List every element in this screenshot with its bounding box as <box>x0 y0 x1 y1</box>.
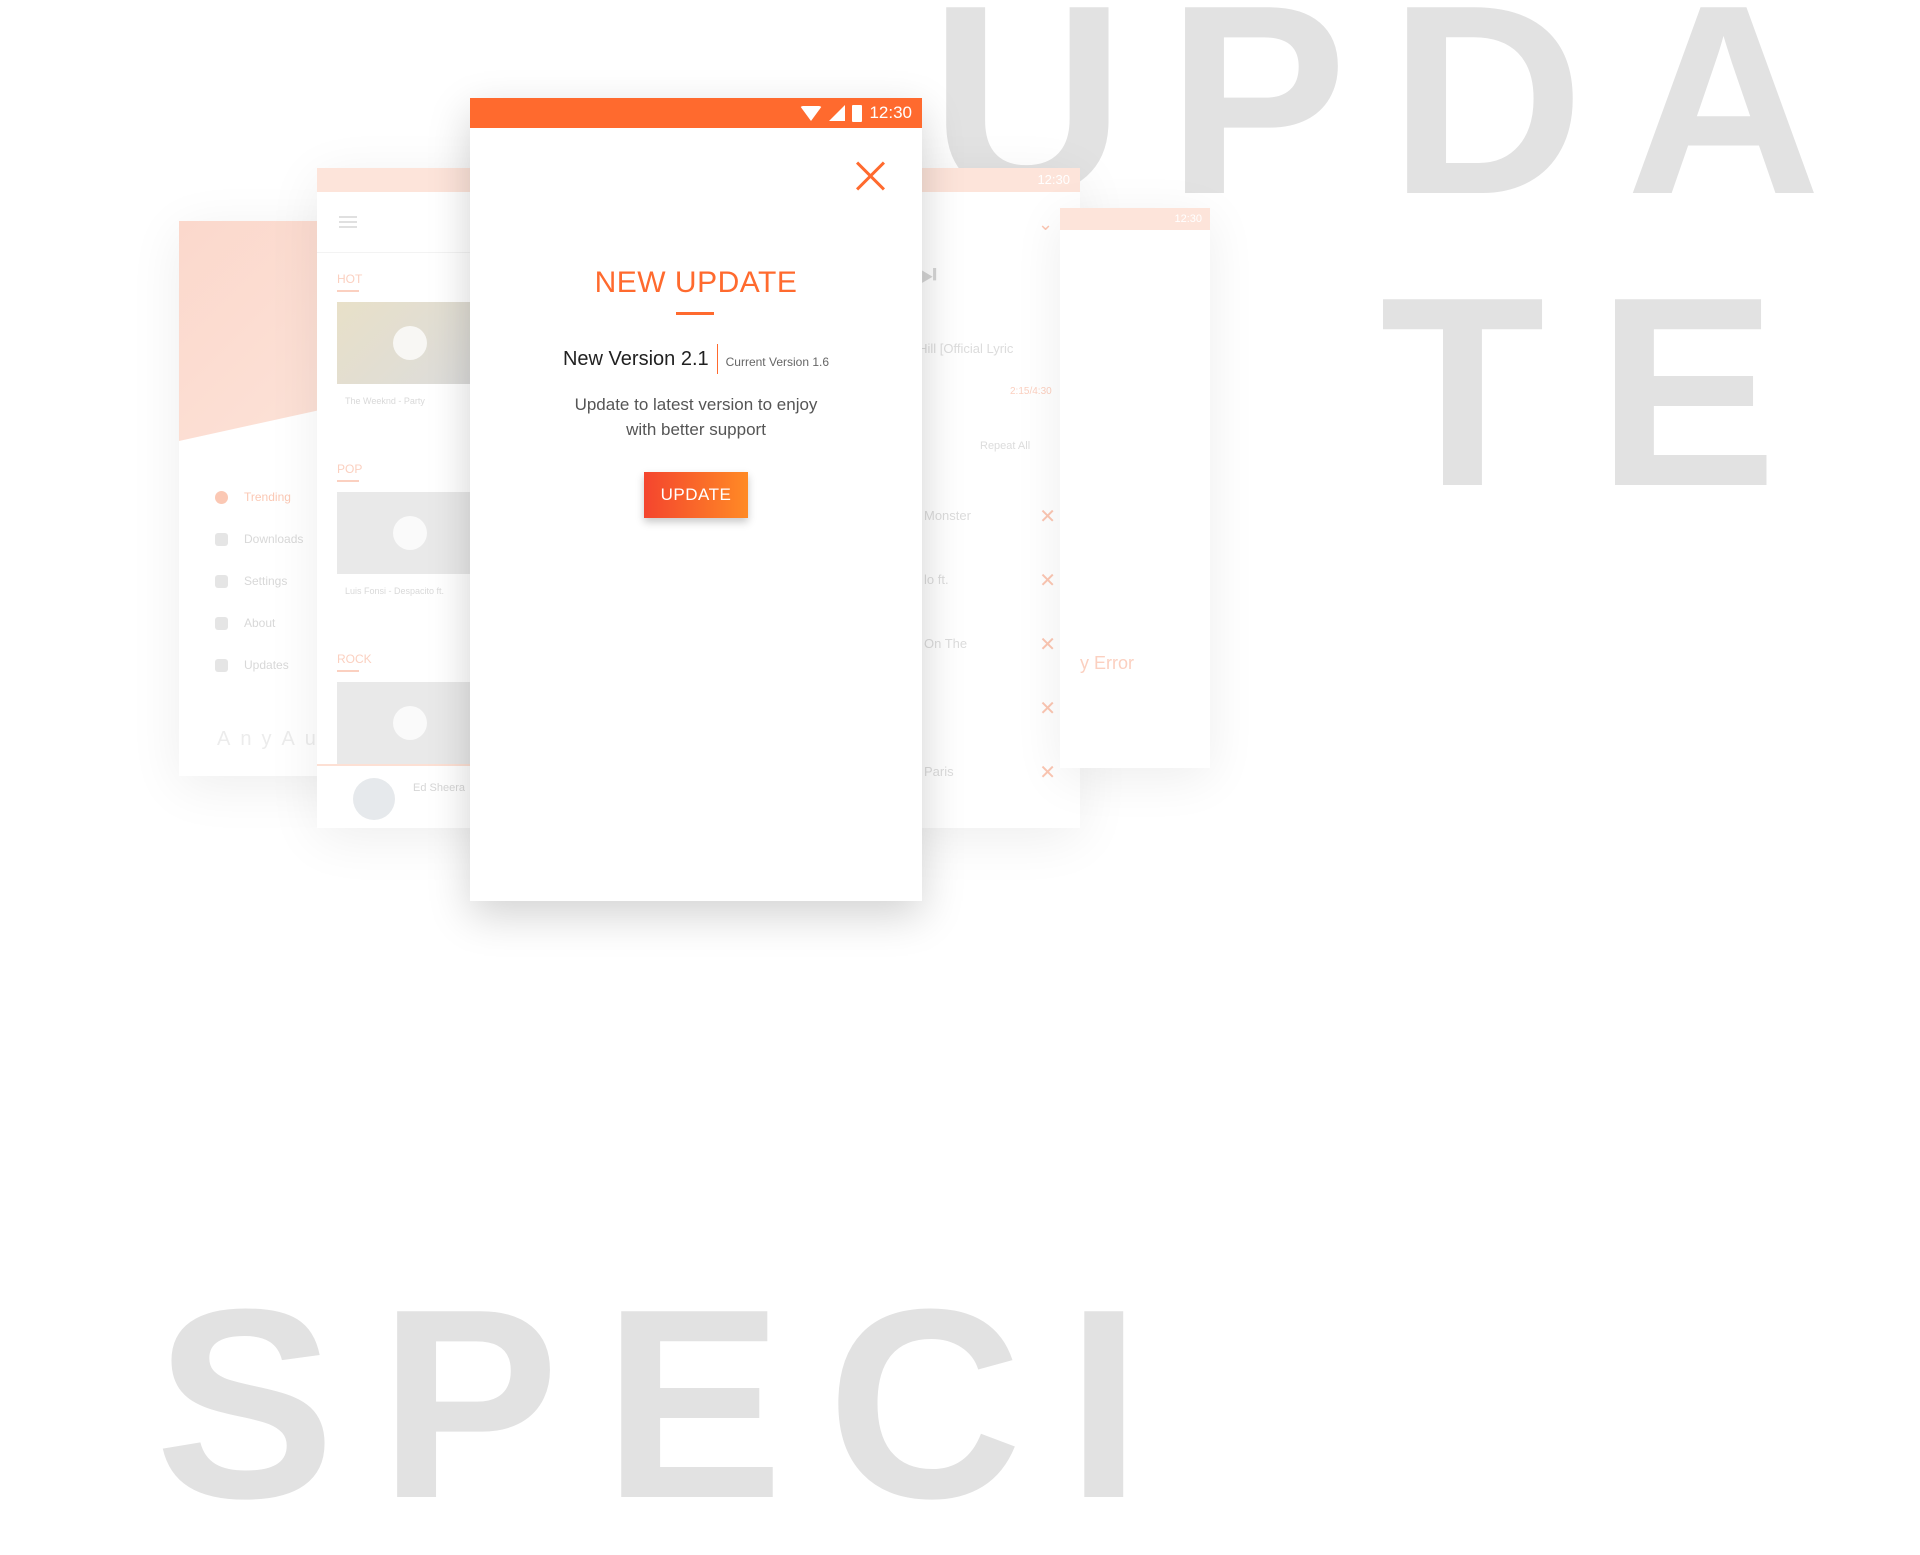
queue-item: Paris <box>924 764 954 779</box>
flame-icon <box>215 490 228 504</box>
background-word-speci: SPECI <box>155 1254 1186 1555</box>
video-thumbnail <box>337 682 477 764</box>
drawer-menu: Trending Downloads Settings About Update… <box>215 476 303 686</box>
flag-icon <box>215 658 228 672</box>
drawer-item-label: Updates <box>244 658 289 672</box>
video-thumbnail <box>337 302 477 384</box>
current-version-label: Current Version 1.6 <box>725 355 830 369</box>
video-caption: The Weeknd - Party <box>345 396 425 406</box>
section-pop: POP <box>337 462 362 482</box>
drawer-item-label: Downloads <box>244 532 304 546</box>
hamburger-icon <box>339 216 357 218</box>
play-icon <box>393 326 427 360</box>
download-icon <box>215 532 228 546</box>
drawer-item-updates: Updates <box>215 644 303 686</box>
background-screen-player: 12:30 ⌄ ⏭ he Hill [Official Lyric 2:15/4… <box>900 168 1080 828</box>
status-bar: 12:30 <box>470 98 922 128</box>
player-status-bar: 12:30 <box>900 168 1080 192</box>
album-art <box>353 778 395 820</box>
version-divider <box>716 344 718 374</box>
dialog-title: NEW UPDATE <box>594 266 798 299</box>
drawer-item-about: About <box>215 602 303 644</box>
section-rock: ROCK <box>337 652 372 672</box>
drawer-brand: AnyAu <box>217 728 326 750</box>
remove-icon: ✕ <box>1039 634 1056 656</box>
update-message: Update to latest version to enjoy with b… <box>470 392 922 442</box>
update-dialog-screen: 12:30 NEW UPDATE New Version 2.1 Current… <box>470 98 922 901</box>
signal-icon <box>829 105 846 121</box>
play-icon <box>393 516 427 550</box>
update-button[interactable]: UPDATE <box>644 472 748 518</box>
queue-item: Monster <box>924 508 971 523</box>
remove-icon: ✕ <box>1039 762 1056 784</box>
background-screen-error: 12:30 y Error <box>1060 208 1210 768</box>
drawer-item-trending: Trending <box>215 476 303 518</box>
now-playing-title: Ed Sheera <box>413 782 465 794</box>
queue-item: lo ft. <box>924 572 949 587</box>
chevron-down-icon: ⌄ <box>1038 214 1054 234</box>
repeat-label: Repeat All <box>980 440 1031 452</box>
gear-icon <box>215 574 228 588</box>
remove-icon: ✕ <box>1039 506 1056 528</box>
background-word-te: TE <box>1380 242 1830 543</box>
drawer-item-settings: Settings <box>215 560 303 602</box>
play-icon <box>393 706 427 740</box>
remove-icon: ✕ <box>1039 698 1056 720</box>
update-message-line1: Update to latest version to enjoy <box>574 395 818 414</box>
title-underline <box>676 312 714 315</box>
drawer-item-label: About <box>244 616 276 630</box>
remove-icon: ✕ <box>1039 570 1056 592</box>
version-row: New Version 2.1 Current Version 1.6 <box>470 344 922 374</box>
drawer-item-label: Settings <box>244 574 288 588</box>
track-time: 2:15/4:30 <box>1010 386 1052 397</box>
close-icon[interactable] <box>854 160 886 192</box>
queue-item: On The <box>924 636 968 651</box>
info-icon <box>215 616 228 630</box>
update-message-line2: with better support <box>626 420 766 439</box>
status-time: 12:30 <box>869 103 912 122</box>
error-status-bar: 12:30 <box>1060 208 1210 230</box>
drawer-item-downloads: Downloads <box>215 518 303 560</box>
error-text: y Error <box>1080 653 1134 673</box>
section-hot: HOT <box>337 272 362 292</box>
video-caption: Luis Fonsi - Despacito ft. <box>345 586 445 596</box>
battery-icon <box>852 104 863 122</box>
wifi-icon <box>800 105 823 121</box>
drawer-item-label: Trending <box>244 490 291 504</box>
video-thumbnail <box>337 492 477 574</box>
new-version-label: New Version 2.1 <box>562 347 709 370</box>
